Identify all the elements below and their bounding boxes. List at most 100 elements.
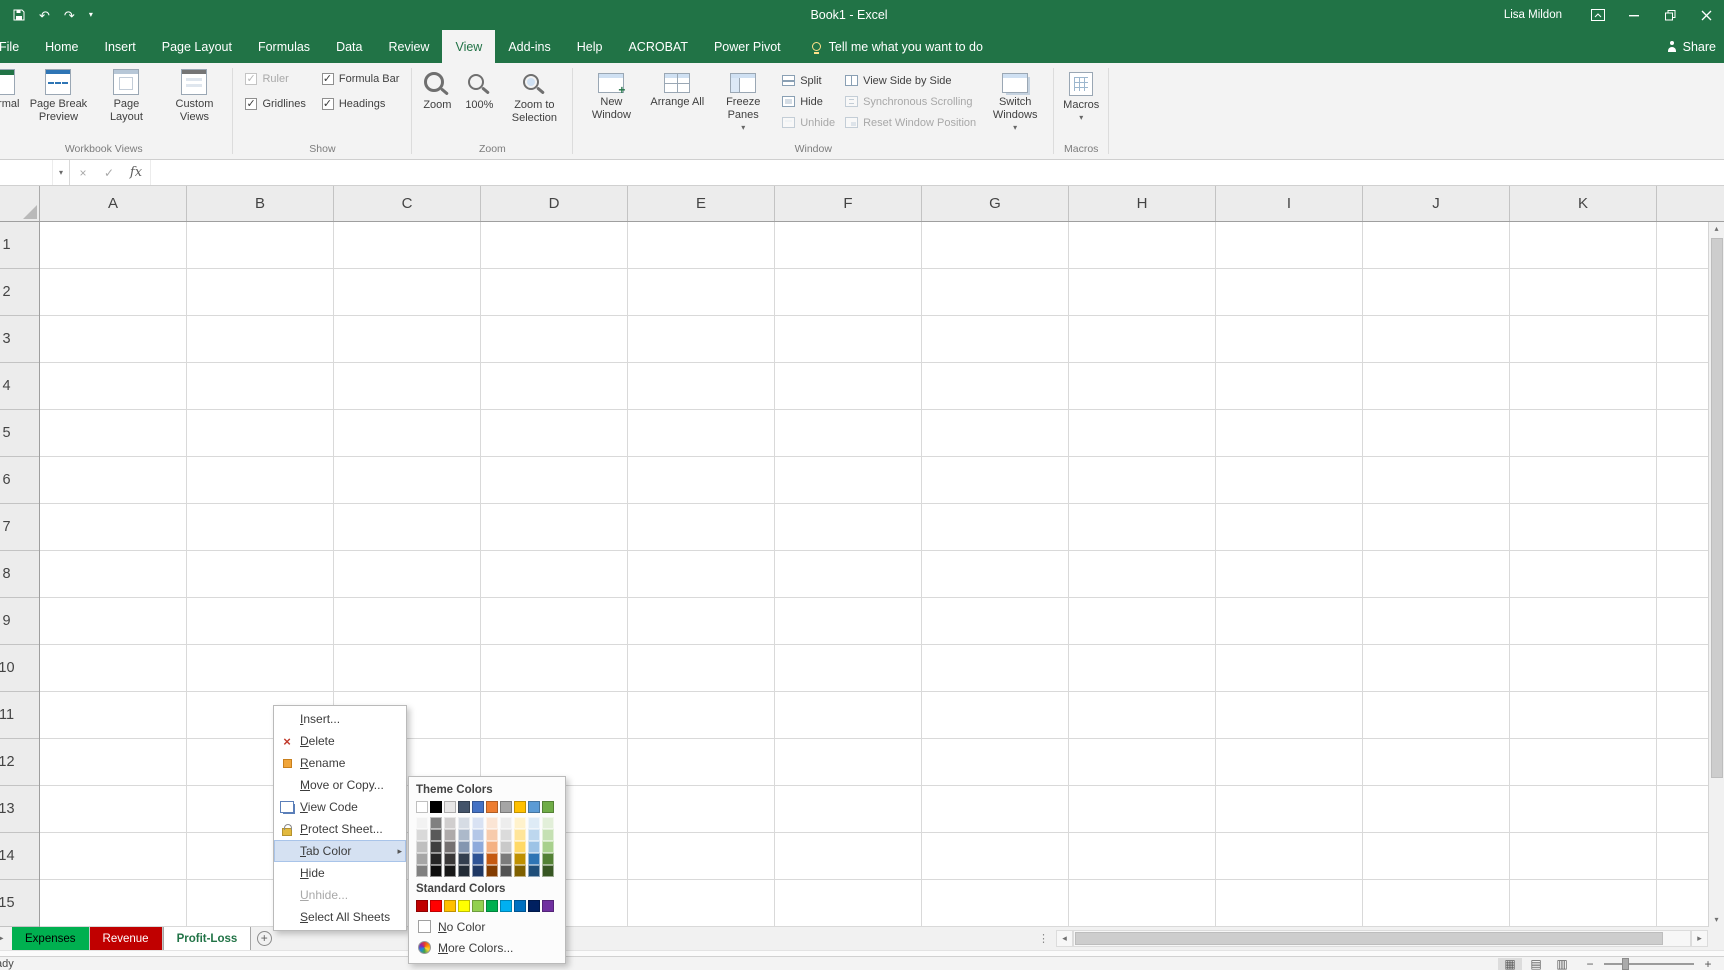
arrange-all-button[interactable]: Arrange All [645, 65, 709, 109]
color-swatch[interactable] [472, 865, 484, 877]
synchronous-scrolling-button[interactable]: Synchronous Scrolling [845, 93, 976, 110]
row-header-12[interactable]: 12 [0, 739, 39, 786]
row-header-7[interactable]: 7 [0, 504, 39, 551]
column-header-e[interactable]: E [628, 186, 775, 221]
color-swatch[interactable] [458, 900, 470, 912]
sheet-tab-revenue[interactable]: Revenue [90, 927, 163, 950]
color-swatch[interactable] [514, 841, 526, 853]
color-swatch[interactable] [416, 801, 428, 813]
color-swatch[interactable] [486, 865, 498, 877]
color-swatch[interactable] [500, 801, 512, 813]
color-swatch[interactable] [444, 817, 456, 829]
color-swatch[interactable] [444, 801, 456, 813]
color-swatch[interactable] [416, 841, 428, 853]
color-swatch[interactable] [444, 865, 456, 877]
color-swatch[interactable] [472, 853, 484, 865]
ribbon-tab-data[interactable]: Data [323, 30, 375, 63]
color-swatch[interactable] [430, 801, 442, 813]
menu-item-select-all-sheets[interactable]: Select All Sheets [274, 906, 406, 928]
ribbon-tab-add-ins[interactable]: Add-ins [495, 30, 563, 63]
color-swatch[interactable] [500, 853, 512, 865]
column-header-g[interactable]: G [922, 186, 1069, 221]
ribbon-display-options-icon[interactable] [1580, 0, 1616, 30]
color-swatch[interactable] [458, 841, 470, 853]
name-box[interactable]: ▾ [0, 160, 70, 185]
view-side-by-side-button[interactable]: View Side by Side [845, 72, 976, 89]
column-header-a[interactable]: A [40, 186, 187, 221]
scroll-down-icon[interactable]: ▾ [1714, 913, 1718, 927]
ribbon-tab-formulas[interactable]: Formulas [245, 30, 323, 63]
color-swatch[interactable] [472, 900, 484, 912]
color-swatch[interactable] [458, 817, 470, 829]
sheet-tab-profit-loss[interactable]: Profit-Loss [163, 927, 252, 950]
zoom-button[interactable]: Zoom [416, 65, 458, 112]
color-swatch[interactable] [472, 801, 484, 813]
color-swatch[interactable] [444, 900, 456, 912]
color-swatch[interactable] [458, 865, 470, 877]
color-swatch[interactable] [500, 900, 512, 912]
undo-icon[interactable]: ↶ [39, 9, 50, 22]
reset-window-position-button[interactable]: Reset Window Position [845, 114, 976, 131]
color-swatch[interactable] [458, 829, 470, 841]
page-layout-view-shortcut-icon[interactable]: ▤ [1524, 958, 1548, 970]
ribbon-tab-file[interactable]: File [0, 30, 32, 63]
zoom-slider[interactable] [1604, 963, 1694, 965]
column-header-j[interactable]: J [1363, 186, 1510, 221]
color-swatch[interactable] [430, 853, 442, 865]
color-swatch[interactable] [444, 829, 456, 841]
color-swatch[interactable] [528, 865, 540, 877]
ruler-checkbox[interactable]: Ruler [245, 73, 305, 85]
hide-window-button[interactable]: Hide [782, 93, 835, 110]
row-header-9[interactable]: 9 [0, 598, 39, 645]
color-swatch[interactable] [514, 829, 526, 841]
unhide-window-button[interactable]: Unhide [782, 114, 835, 131]
menu-item-tab-color[interactable]: Tab Color▸ [274, 840, 406, 862]
save-icon[interactable] [13, 9, 25, 21]
column-header-c[interactable]: C [334, 186, 481, 221]
new-window-button[interactable]: New Window [577, 65, 645, 122]
menu-item-view-code[interactable]: View Code [274, 796, 406, 818]
color-swatch[interactable] [486, 853, 498, 865]
ribbon-tab-acrobat[interactable]: ACROBAT [615, 30, 701, 63]
color-swatch[interactable] [542, 829, 554, 841]
color-swatch[interactable] [472, 817, 484, 829]
color-swatch[interactable] [486, 817, 498, 829]
color-swatch[interactable] [528, 853, 540, 865]
color-swatch[interactable] [500, 841, 512, 853]
color-swatch[interactable] [458, 801, 470, 813]
insert-function-icon[interactable]: fx [122, 165, 150, 180]
column-header-h[interactable]: H [1069, 186, 1216, 221]
hscroll-left-icon[interactable]: ◂ [1056, 930, 1073, 947]
macros-button[interactable]: Macros ▾ [1058, 65, 1104, 122]
column-header-f[interactable]: F [775, 186, 922, 221]
row-header-2[interactable]: 2 [0, 269, 39, 316]
name-box-dropdown-icon[interactable]: ▾ [52, 160, 69, 185]
color-swatch[interactable] [444, 841, 456, 853]
ribbon-tab-view[interactable]: View [442, 30, 495, 63]
enter-icon[interactable]: ✓ [96, 166, 122, 180]
color-swatch[interactable] [528, 900, 540, 912]
color-swatch[interactable] [472, 841, 484, 853]
zoom-in-icon[interactable]: + [1702, 957, 1714, 970]
user-name[interactable]: Lisa Mildon [1504, 9, 1562, 21]
qat-customize-icon[interactable]: ▾ [89, 11, 93, 19]
color-swatch[interactable] [472, 829, 484, 841]
hscroll-thumb[interactable] [1075, 932, 1663, 945]
color-swatch[interactable] [542, 853, 554, 865]
color-swatch[interactable] [514, 900, 526, 912]
minimize-icon[interactable] [1616, 0, 1652, 30]
hscroll-right-icon[interactable]: ▸ [1691, 930, 1708, 947]
menu-item-insert[interactable]: Insert... [274, 708, 406, 730]
column-header-partial[interactable] [1657, 186, 1724, 221]
ribbon-tab-power-pivot[interactable]: Power Pivot [701, 30, 794, 63]
color-swatch[interactable] [542, 865, 554, 877]
scroll-up-icon[interactable]: ▴ [1714, 222, 1718, 236]
custom-views-button[interactable]: Custom Views [160, 65, 228, 124]
horizontal-scrollbar[interactable] [1073, 930, 1691, 947]
column-header-d[interactable]: D [481, 186, 628, 221]
color-swatch[interactable] [514, 853, 526, 865]
menu-item-delete[interactable]: ×Delete [274, 730, 406, 752]
menu-item-rename[interactable]: Rename [274, 752, 406, 774]
row-header-3[interactable]: 3 [0, 316, 39, 363]
split-button[interactable]: Split [782, 72, 835, 89]
